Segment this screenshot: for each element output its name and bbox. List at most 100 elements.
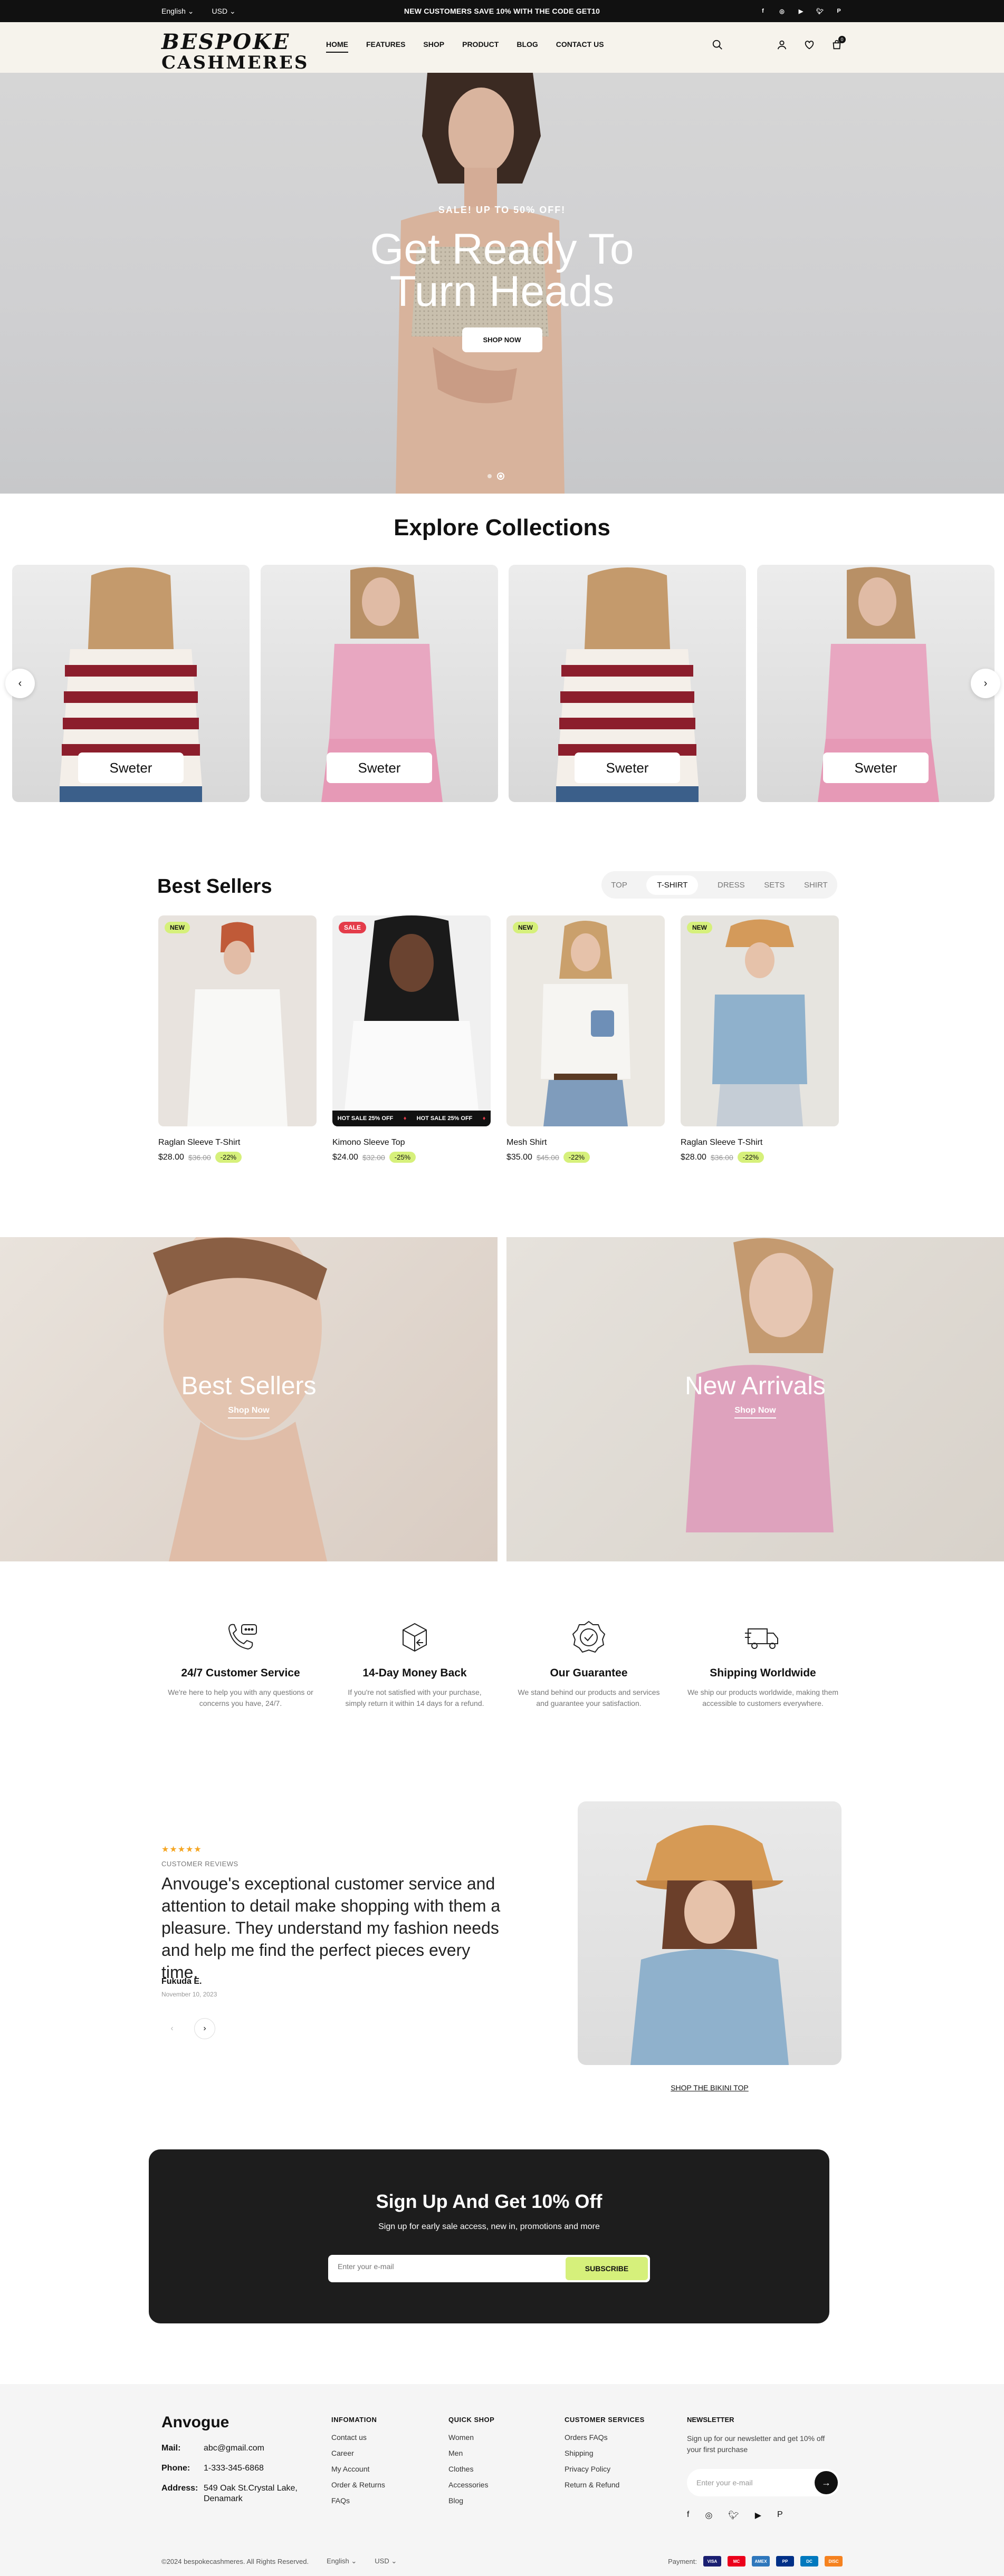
box-return-icon — [336, 1618, 494, 1656]
copyright: ©2024 bespokecashmeres. All Rights Reser… — [161, 2557, 309, 2565]
instagram-icon[interactable]: ◎ — [705, 2510, 712, 2521]
cart-icon[interactable]: 0 — [831, 36, 846, 53]
tab-t-shirt[interactable]: T-SHIRT — [646, 875, 699, 895]
nav-blog[interactable]: BLOG — [517, 40, 538, 53]
language-select[interactable]: English ⌄ — [161, 7, 194, 16]
collection-card[interactable]: Sweter — [12, 565, 250, 802]
headset-chat-icon — [161, 1618, 320, 1656]
product-name[interactable]: Raglan Sleeve T-Shirt — [158, 1138, 317, 1147]
search-icon[interactable] — [712, 39, 723, 53]
facebook-icon[interactable]: f — [687, 2510, 689, 2521]
product-name[interactable]: Raglan Sleeve T-Shirt — [681, 1138, 839, 1147]
footer-mail[interactable]: abc@gmail.com — [204, 2443, 264, 2454]
product-image[interactable]: NEW — [681, 915, 839, 1126]
footer-link[interactable]: Career — [331, 2449, 385, 2457]
twitter-icon[interactable]: 🐦︎ — [728, 2510, 739, 2521]
nav-features[interactable]: FEATURES — [366, 40, 405, 53]
twitter-icon[interactable]: 🐦︎ — [816, 7, 824, 15]
chevron-right-icon[interactable]: › — [971, 669, 1000, 698]
footer-brand[interactable]: Anvogue — [161, 2414, 229, 2432]
footer-link[interactable]: Shipping — [565, 2449, 645, 2457]
collection-card[interactable]: Sweter — [261, 565, 498, 802]
best-sellers-title: Best Sellers — [157, 875, 272, 898]
product-card[interactable]: SALE HOT SALE 25% OFF ♦ HOT SALE 25% OFF… — [332, 915, 491, 1163]
product-image[interactable]: NEW — [158, 915, 317, 1126]
currency-select[interactable]: USD ⌄ — [212, 7, 236, 16]
footer-link[interactable]: Orders FAQs — [565, 2433, 645, 2442]
arrow-right-icon[interactable]: → — [815, 2471, 838, 2494]
collection-card[interactable]: Sweter — [509, 565, 746, 802]
slider-dot-active[interactable] — [497, 472, 504, 480]
rating-stars: ★★★★★ — [161, 1845, 202, 1854]
shop-bikini-top-link[interactable]: SHOP THE BIKINI TOP — [578, 2083, 842, 2092]
footer-link[interactable]: Order & Returns — [331, 2481, 385, 2489]
product-card[interactable]: NEW Mesh Shirt $35.00 $45.00 -22% — [506, 915, 665, 1163]
review-quote: Anvouge's exceptional customer service a… — [161, 1874, 501, 1982]
collection-label[interactable]: Sweter — [327, 752, 432, 783]
collections-title: Explore Collections — [394, 515, 610, 541]
subscribe-button[interactable]: SUBSCRIBE — [566, 2257, 648, 2280]
footer-link[interactable]: Men — [448, 2449, 494, 2457]
hero-banner: SALE! UP TO 50% OFF! Get Ready To Turn He… — [0, 73, 1004, 494]
footer-link[interactable]: Contact us — [331, 2433, 385, 2442]
nav-contact[interactable]: CONTACT US — [556, 40, 604, 53]
tab-dress[interactable]: DRESS — [718, 881, 745, 890]
product-name[interactable]: Kimono Sleeve Top — [332, 1138, 491, 1147]
tab-shirt[interactable]: SHIRT — [804, 881, 828, 890]
product-price: $28.00 — [158, 1152, 184, 1162]
collection-card[interactable]: Sweter — [757, 565, 995, 802]
footer-link[interactable]: Accessories — [448, 2481, 494, 2489]
product-card[interactable]: NEW Raglan Sleeve T-Shirt $28.00 $36.00 … — [681, 915, 839, 1163]
collection-label[interactable]: Sweter — [78, 752, 184, 783]
footer-link[interactable]: Return & Refund — [565, 2481, 645, 2489]
collection-label[interactable]: Sweter — [575, 752, 680, 783]
newsletter-subtitle: Sign up for early sale access, new in, p… — [378, 2222, 600, 2231]
hero-shop-now-button[interactable]: SHOP NOW — [462, 327, 542, 352]
youtube-icon[interactable]: ▶ — [755, 2510, 761, 2521]
discount-badge: -22% — [215, 1152, 242, 1163]
nav-product[interactable]: PRODUCT — [462, 40, 499, 53]
chevron-left-icon[interactable]: ‹ — [161, 2018, 183, 2039]
banner-shop-now-link[interactable]: Shop Now — [228, 1406, 270, 1419]
nav-shop[interactable]: SHOP — [423, 40, 444, 53]
footer-link[interactable]: Women — [448, 2433, 494, 2442]
hot-sale-marquee: HOT SALE 25% OFF ♦ HOT SALE 25% OFF ♦ — [332, 1111, 491, 1126]
account-icon[interactable] — [776, 39, 788, 53]
footer-currency-select[interactable]: USD ⌄ — [375, 2557, 397, 2565]
banner-title: Best Sellers — [181, 1372, 317, 1400]
product-image[interactable]: NEW — [506, 915, 665, 1126]
footer-phone[interactable]: 1-333-345-6868 — [204, 2463, 264, 2474]
collection-label[interactable]: Sweter — [823, 752, 929, 783]
pinterest-icon[interactable]: P — [835, 7, 843, 15]
newsletter-email-input[interactable] — [338, 2262, 549, 2271]
footer-email-field[interactable]: Enter your e-mail → — [687, 2469, 840, 2496]
brand-logo[interactable]: BESPOKE CASHMERES — [161, 32, 309, 72]
banner-shop-now-link[interactable]: Shop Now — [734, 1406, 776, 1419]
youtube-icon[interactable]: ▶ — [797, 7, 805, 15]
sale-badge: SALE — [339, 922, 367, 933]
product-name[interactable]: Mesh Shirt — [506, 1138, 665, 1147]
footer-link[interactable]: Clothes — [448, 2465, 494, 2473]
chevron-right-icon[interactable]: › — [194, 2018, 215, 2039]
wishlist-icon[interactable] — [804, 39, 815, 53]
product-card[interactable]: NEW Raglan Sleeve T-Shirt $28.00 $36.00 … — [158, 915, 317, 1163]
footer-link[interactable]: Privacy Policy — [565, 2465, 645, 2473]
footer-link[interactable]: FAQs — [331, 2496, 385, 2505]
instagram-icon[interactable]: ◎ — [778, 7, 786, 15]
testimonial-section: ★★★★★ CUSTOMER REVIEWS Anvouge's excepti… — [0, 1772, 1004, 2120]
footer-newsletter: NEWSLETTER Sign up for our newsletter an… — [687, 2416, 840, 2521]
new-arrivals-banner[interactable]: New Arrivals Shop Now — [506, 1237, 1004, 1561]
product-image[interactable]: SALE HOT SALE 25% OFF ♦ HOT SALE 25% OFF… — [332, 915, 491, 1126]
pinterest-icon[interactable]: P — [777, 2510, 783, 2521]
tab-sets[interactable]: SETS — [764, 881, 785, 890]
footer-link[interactable]: My Account — [331, 2465, 385, 2473]
tab-top[interactable]: TOP — [611, 881, 627, 890]
slider-dot[interactable] — [487, 474, 492, 478]
facebook-icon[interactable]: f — [759, 7, 767, 15]
mastercard-icon: MC — [728, 2556, 745, 2567]
chevron-left-icon[interactable]: ‹ — [5, 669, 35, 698]
best-sellers-banner[interactable]: Best Sellers Shop Now — [0, 1237, 498, 1561]
footer-link[interactable]: Blog — [448, 2496, 494, 2505]
nav-home[interactable]: HOME — [326, 40, 348, 53]
footer-language-select[interactable]: English ⌄ — [327, 2557, 357, 2565]
